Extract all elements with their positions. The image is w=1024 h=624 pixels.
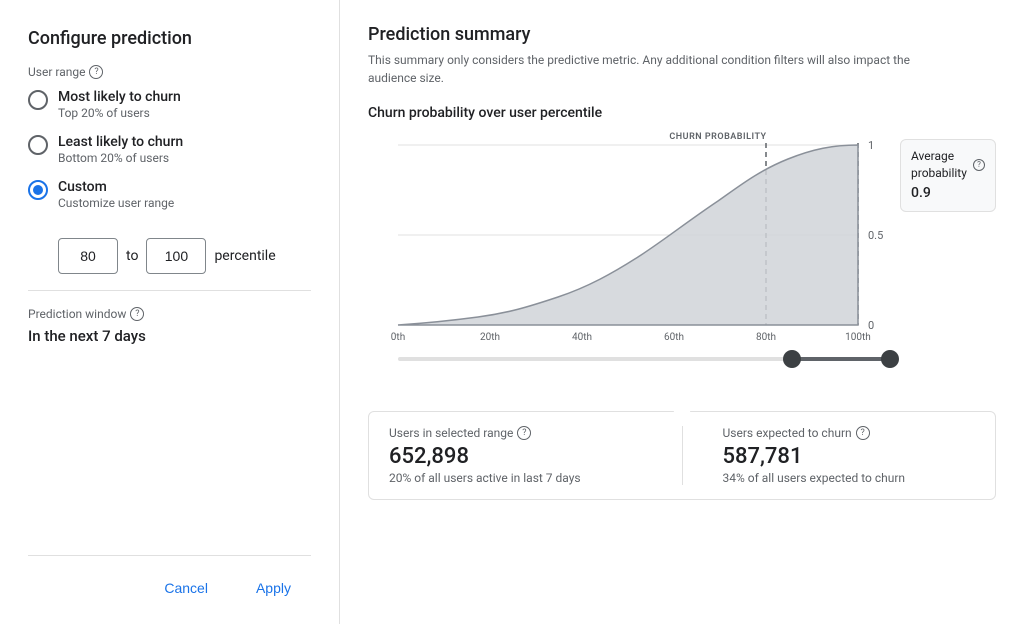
cancel-button[interactable]: Cancel (144, 572, 228, 604)
stat-users-churn-info-icon[interactable]: ? (856, 426, 870, 440)
avg-prob-label: Average probability ? (911, 148, 985, 182)
svg-text:0.5: 0.5 (868, 229, 883, 242)
percentile-suffix: percentile (214, 248, 275, 264)
avg-prob-value: 0.9 (911, 184, 985, 204)
radio-label-custom: Custom (58, 179, 174, 195)
percentile-inputs: to percentile (58, 238, 311, 274)
stat-value-users-churn: 587,781 (723, 444, 976, 469)
stat-sub-users-range: 20% of all users active in last 7 days (389, 471, 642, 485)
left-bottom-buttons: Cancel Apply (28, 555, 311, 604)
avg-probability-tooltip: Average probability ? 0.9 (900, 139, 996, 212)
radio-sublabel-least-likely: Bottom 20% of users (58, 151, 183, 165)
radio-sublabel-most-likely: Top 20% of users (58, 106, 181, 120)
svg-text:20th: 20th (480, 332, 500, 343)
radio-custom[interactable]: Custom Customize user range (28, 179, 311, 210)
svg-text:40th: 40th (572, 332, 592, 343)
svg-text:100th: 100th (845, 332, 871, 343)
prediction-window-label: Prediction window ? (28, 307, 311, 321)
stat-sub-users-churn: 34% of all users expected to churn (723, 471, 976, 485)
chart-wrapper: 1 0.5 0 CHURN PROBABILITY 0th (368, 125, 996, 345)
svg-text:0th: 0th (391, 332, 405, 343)
slider-section: 80th 100th (368, 349, 996, 393)
avg-prob-info-icon[interactable]: ? (973, 159, 985, 171)
slider-track-fill (792, 357, 890, 361)
stat-block-users-range: Users in selected range ? 652,898 20% of… (389, 426, 642, 485)
radio-circle-custom[interactable] (28, 180, 48, 200)
radio-group: Most likely to churn Top 20% of users Le… (28, 89, 311, 210)
left-panel: Configure prediction User range ? Most l… (0, 0, 340, 624)
radio-label-least-likely: Least likely to churn (58, 134, 183, 150)
slider-thumb-left[interactable] (783, 350, 801, 368)
right-panel: Prediction summary This summary only con… (340, 0, 1024, 624)
summary-description: This summary only considers the predicti… (368, 51, 948, 87)
svg-text:0: 0 (868, 319, 874, 332)
svg-text:CHURN PROBABILITY: CHURN PROBABILITY (669, 132, 766, 142)
stat-users-range-info-icon[interactable]: ? (517, 426, 531, 440)
slider-thumb-right[interactable] (881, 350, 899, 368)
percentile-from-input[interactable] (58, 238, 118, 274)
chart-title: Churn probability over user percentile (368, 105, 996, 121)
svg-text:60th: 60th (664, 332, 684, 343)
radio-most-likely[interactable]: Most likely to churn Top 20% of users (28, 89, 311, 120)
slider-track-container (398, 349, 890, 369)
user-range-info-icon[interactable]: ? (89, 65, 103, 79)
prediction-window-info-icon[interactable]: ? (130, 307, 144, 321)
slider-labels: 80th 100th (768, 373, 1024, 393)
percentile-connector: to (126, 248, 138, 264)
divider-1 (28, 290, 311, 291)
stat-block-users-churn: Users expected to churn ? 587,781 34% of… (723, 426, 976, 485)
churn-chart: 1 0.5 0 CHURN PROBABILITY 0th (368, 125, 898, 345)
stat-value-users-range: 652,898 (389, 444, 642, 469)
summary-title: Prediction summary (368, 24, 996, 45)
radio-circle-least-likely[interactable] (28, 135, 48, 155)
radio-sublabel-custom: Customize user range (58, 196, 174, 210)
chart-area: 1 0.5 0 CHURN PROBABILITY 0th (368, 125, 996, 604)
stat-label-users-churn: Users expected to churn ? (723, 426, 976, 440)
stats-section: Users in selected range ? 652,898 20% of… (368, 411, 996, 500)
apply-button[interactable]: Apply (236, 572, 311, 604)
stat-label-users-range: Users in selected range ? (389, 426, 642, 440)
stat-divider (682, 426, 683, 485)
prediction-window-value: In the next 7 days (28, 327, 311, 345)
svg-text:80th: 80th (756, 332, 776, 343)
radio-inner-custom (33, 185, 43, 195)
radio-least-likely[interactable]: Least likely to churn Bottom 20% of user… (28, 134, 311, 165)
percentile-to-input[interactable] (146, 238, 206, 274)
panel-title: Configure prediction (28, 28, 311, 49)
radio-circle-most-likely[interactable] (28, 90, 48, 110)
svg-text:1: 1 (868, 139, 874, 152)
user-range-label: User range ? (28, 65, 311, 79)
radio-label-most-likely: Most likely to churn (58, 89, 181, 105)
